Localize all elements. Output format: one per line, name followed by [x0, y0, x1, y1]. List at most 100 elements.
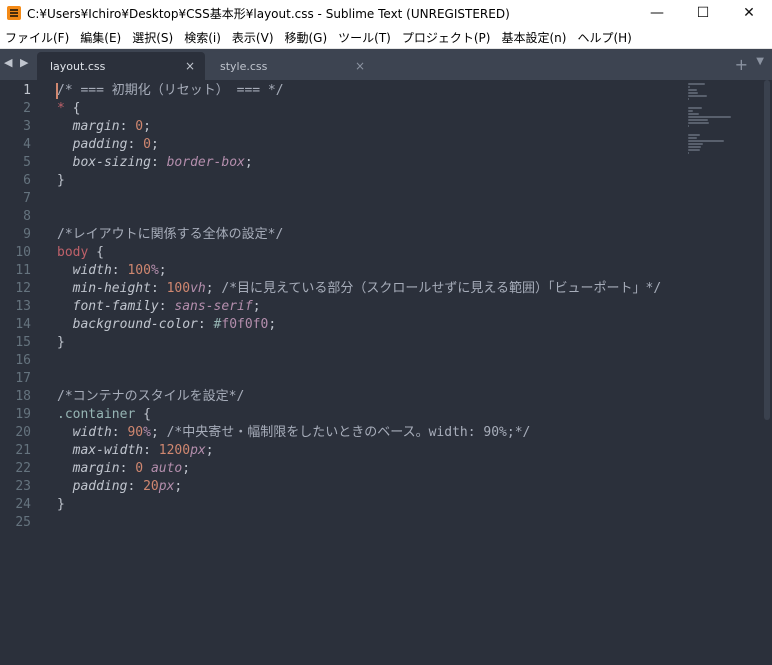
- code-line[interactable]: box-sizing: border-box;: [57, 154, 672, 172]
- line-number: 11: [15, 263, 31, 278]
- sublime-text-icon: [7, 6, 21, 20]
- code-line[interactable]: .container {: [57, 406, 672, 424]
- menu-view[interactable]: 表示(V): [227, 29, 280, 46]
- line-number-gutter: 1 2 3 4 5 6 7 8 9 10 11 12 13 14 15 16 17 18 19 20 21 22 23 24 2…: [0, 82, 44, 532]
- code-line[interactable]: body {: [57, 244, 672, 262]
- code-line[interactable]: }: [57, 496, 672, 514]
- line-number: 8: [23, 209, 31, 224]
- minimap-line: [688, 122, 709, 124]
- tab-bar: ◀ ▶ layout.css × style.css × + ▼: [0, 49, 772, 80]
- code-line[interactable]: [57, 352, 672, 370]
- minimap-line: [688, 86, 690, 88]
- line-number: 4: [23, 137, 31, 152]
- tab-nav-arrows-icon[interactable]: ◀ ▶: [4, 56, 30, 69]
- minimap-line: [688, 143, 703, 145]
- menu-selection[interactable]: 選択(S): [127, 29, 179, 46]
- line-number: 1: [23, 83, 31, 98]
- line-number: 3: [23, 119, 31, 134]
- code-editor[interactable]: 1 2 3 4 5 6 7 8 9 10 11 12 13 14 15 16 17 18 19 20 21 22 23 24 2…: [0, 80, 772, 665]
- menu-help[interactable]: ヘルプ(H): [572, 29, 637, 46]
- line-number: 25: [15, 515, 31, 530]
- line-number: 22: [15, 461, 31, 476]
- minimap-line: [688, 137, 697, 139]
- close-window-button[interactable]: ✕: [726, 0, 772, 26]
- code-line[interactable]: width: 90%; /*中央寄せ・幅制限をしたいときのベース。width: …: [57, 424, 672, 442]
- code-area[interactable]: /* === 初期化（リセット） === */* { margin: 0; pa…: [56, 82, 672, 532]
- line-number: 10: [15, 245, 31, 260]
- tab-label: style.css: [220, 59, 268, 73]
- window-title: C:¥Users¥Ichiro¥Desktop¥CSS基本形¥layout.cs…: [27, 6, 510, 21]
- minimap-line: [688, 107, 702, 109]
- text-cursor: [56, 83, 58, 99]
- tab-layout-css[interactable]: layout.css ×: [37, 52, 205, 80]
- menu-file[interactable]: ファイル(F): [0, 29, 75, 46]
- minimap-line: [688, 134, 700, 136]
- line-number: 21: [15, 443, 31, 458]
- code-line[interactable]: margin: 0;: [57, 118, 672, 136]
- code-line[interactable]: /*レイアウトに関係する全体の設定*/: [57, 226, 672, 244]
- code-line[interactable]: /* === 初期化（リセット） === */: [56, 82, 672, 100]
- line-number: 24: [15, 497, 31, 512]
- line-number: 12: [15, 281, 31, 296]
- line-number: 16: [15, 353, 31, 368]
- line-number: 23: [15, 479, 31, 494]
- maximize-button[interactable]: ☐: [680, 0, 726, 26]
- line-number: 2: [23, 101, 31, 116]
- close-tab-icon[interactable]: ×: [355, 59, 365, 73]
- minimap-line: [688, 95, 707, 97]
- code-line[interactable]: min-height: 100vh; /*目に見えている部分（スクロールせずに見…: [57, 280, 672, 298]
- code-line[interactable]: [57, 190, 672, 208]
- minimap-line: [688, 98, 689, 100]
- code-line[interactable]: [57, 370, 672, 388]
- minimap-line: [688, 89, 697, 91]
- line-number: 13: [15, 299, 31, 314]
- code-line[interactable]: max-width: 1200px;: [57, 442, 672, 460]
- code-line[interactable]: padding: 20px;: [57, 478, 672, 496]
- minimap-line: [688, 113, 699, 115]
- menu-goto[interactable]: 移動(G): [280, 29, 334, 46]
- line-number: 6: [23, 173, 31, 188]
- minimap-line: [688, 119, 708, 121]
- minimap-line: [688, 83, 705, 85]
- minimap-line: [688, 140, 724, 142]
- menu-bar: ファイル(F) 編集(E) 選択(S) 検索(i) 表示(V) 移動(G) ツー…: [0, 26, 772, 49]
- title-bar: C:¥Users¥Ichiro¥Desktop¥CSS基本形¥layout.cs…: [0, 0, 772, 26]
- code-line[interactable]: font-family: sans-serif;: [57, 298, 672, 316]
- close-tab-icon[interactable]: ×: [185, 59, 195, 73]
- tab-list-dropdown-icon[interactable]: ▼: [756, 56, 764, 67]
- new-tab-icon[interactable]: +: [735, 55, 748, 74]
- minimap-line: [688, 149, 700, 151]
- menu-edit[interactable]: 編集(E): [75, 29, 127, 46]
- menu-tools[interactable]: ツール(T): [333, 29, 397, 46]
- code-line[interactable]: }: [57, 172, 672, 190]
- vertical-scrollbar[interactable]: [762, 80, 772, 665]
- minimize-button[interactable]: —: [634, 0, 680, 26]
- code-line[interactable]: background-color: #f0f0f0;: [57, 316, 672, 334]
- line-number: 5: [23, 155, 31, 170]
- code-line[interactable]: }: [57, 334, 672, 352]
- menu-project[interactable]: プロジェクト(P): [397, 29, 497, 46]
- minimap-line: [688, 110, 693, 112]
- minimap-line: [688, 116, 731, 118]
- code-line[interactable]: * {: [57, 100, 672, 118]
- scrollbar-thumb[interactable]: [764, 80, 770, 420]
- line-number: 20: [15, 425, 31, 440]
- menu-find[interactable]: 検索(i): [179, 29, 227, 46]
- line-number: 17: [15, 371, 31, 386]
- line-number: 7: [23, 191, 31, 206]
- code-line[interactable]: [57, 208, 672, 226]
- menu-preferences[interactable]: 基本設定(n): [496, 29, 572, 46]
- code-line[interactable]: width: 100%;: [57, 262, 672, 280]
- minimap-line: [688, 152, 689, 154]
- tab-style-css[interactable]: style.css ×: [207, 52, 375, 80]
- minimap-line: [688, 146, 701, 148]
- line-number: 19: [15, 407, 31, 422]
- tab-label: layout.css: [50, 59, 106, 73]
- code-line[interactable]: margin: 0 auto;: [57, 460, 672, 478]
- code-line[interactable]: /*コンテナのスタイルを設定*/: [57, 388, 672, 406]
- line-number: 18: [15, 389, 31, 404]
- code-line[interactable]: [57, 514, 672, 532]
- minimap[interactable]: [688, 83, 760, 154]
- code-line[interactable]: padding: 0;: [57, 136, 672, 154]
- minimap-line: [688, 92, 698, 94]
